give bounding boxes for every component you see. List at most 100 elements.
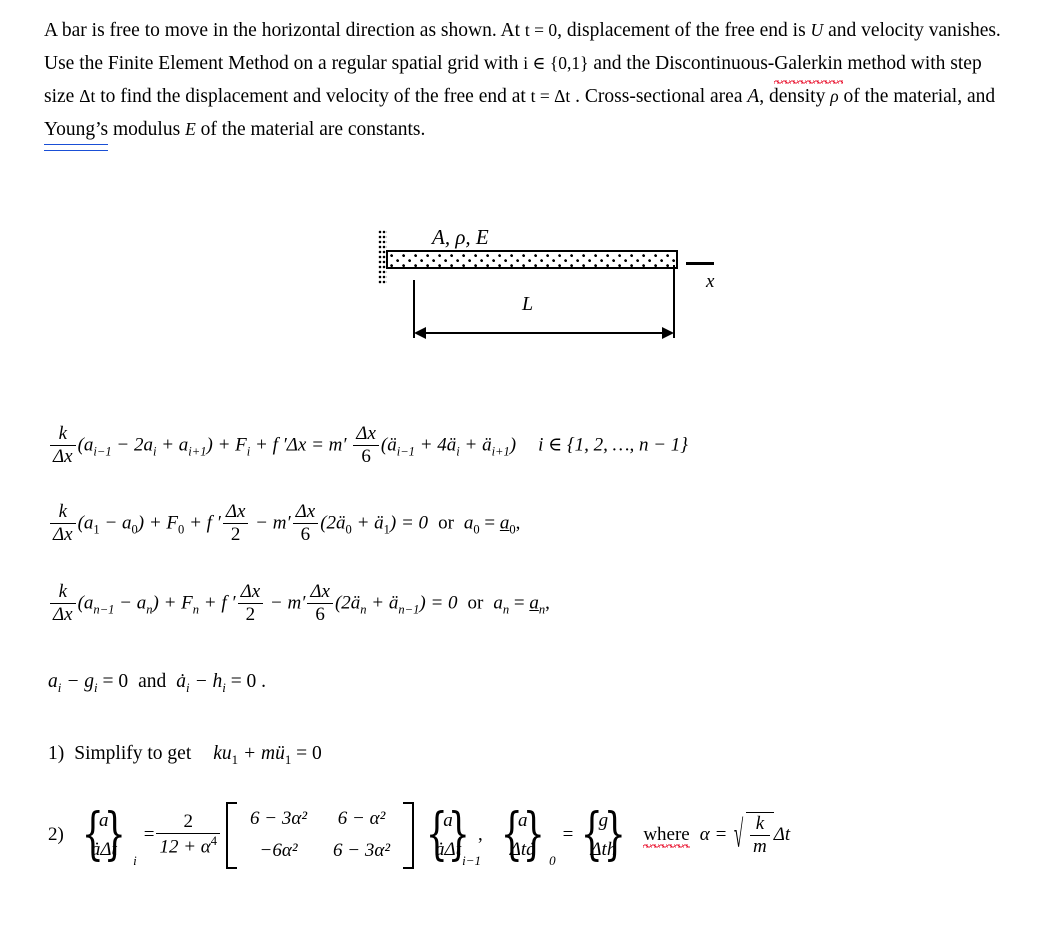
x-axis-line [686, 262, 714, 265]
alpha-definition-lhs: α = [699, 823, 733, 845]
state-vector-i-minus-1: { a ȧΔt } i−1 [425, 802, 481, 868]
statement-text-6: to find the displacement and velocity of… [95, 86, 531, 107]
scalar-denominator: 12 + α4 [156, 834, 220, 858]
step-2-line: 2) { a ȧΔt } i = 2 12 + α4 6 − 3α² 6 − α… [48, 800, 790, 871]
inline-math-A: A [747, 86, 760, 107]
trailing-comma: , [545, 592, 550, 614]
accel-open: (ä [380, 434, 397, 456]
statement-text-11: of the material are constants. [195, 119, 426, 140]
term-plus-a: + a [156, 434, 189, 456]
length-dimension-line [414, 327, 674, 339]
accel-close: ) [509, 434, 517, 456]
fraction-denominator-m: m [753, 835, 767, 857]
k-over-dx-fraction: k Δx [50, 423, 76, 468]
inline-math-E: E [185, 119, 196, 139]
term-minus-mprime: − m′ [250, 512, 291, 534]
jump-equals-zero: = 0 [97, 671, 129, 692]
accel-close-equals-zero: ) = 0 [389, 512, 429, 534]
or-connective: or [438, 512, 454, 534]
fraction-numerator-k: k [50, 501, 76, 524]
term-plus-fprime: + f ′ [184, 512, 221, 534]
dx-over-2-fraction-right: Δx 2 [237, 581, 264, 626]
initial-data-vector: { g Δth } [581, 802, 626, 868]
step-1-eq-tail: = 0 [291, 743, 322, 764]
fraction-numerator-k: k [50, 423, 76, 446]
initial-state-vector: { a Δtȧ } 0 [500, 802, 556, 868]
jump-conditions-equation: ai − gi = 0 and ȧi − hi = 0 . [48, 672, 266, 695]
inline-math-t-equals-delta-t: t = Δt [530, 86, 571, 106]
fraction-denominator-dx: Δx [53, 445, 73, 467]
prescribed-a0-rhs: a [499, 512, 510, 534]
bracket-right-icon [403, 802, 415, 869]
trailing-comma: , [515, 512, 521, 534]
statement-text-2: , displacement of the free end is [557, 20, 811, 41]
accel-plus: + ä [366, 592, 399, 614]
term-plus-fprime-dx-equals-mprime: + f ′Δx = m′ [250, 434, 352, 456]
bar-properties-label: A, ρ, E [432, 225, 489, 249]
vector-im1-subscript: i−1 [462, 852, 481, 868]
dimension-shaft [420, 332, 668, 334]
jump-equals-zero-2: = 0 . [225, 671, 267, 692]
jump-adot: ȧ [176, 671, 186, 692]
step-2-comma: , [477, 823, 483, 845]
fraction-numerator-k: k [50, 581, 76, 604]
accel-sub-ip1: i+1 [491, 444, 510, 459]
free-bar-schematic-figure: A, ρ, E x L [370, 225, 730, 360]
step-2-equals: = [143, 823, 155, 845]
accel-open-2a0: (2ä [320, 512, 346, 534]
term-minus-an: − a [114, 592, 147, 614]
inline-math-t-equals-0: t = 0 [524, 20, 558, 40]
fraction-denominator-6: 6 [315, 603, 325, 625]
or-connective: or [467, 592, 484, 614]
k-over-dx-fraction-right: k Δx [50, 581, 76, 626]
matrix-row: −6α² 6 − 3α² [237, 835, 403, 867]
dx-over-6-fraction: Δx 6 [353, 423, 379, 468]
fraction-numerator-dx: Δx [237, 581, 264, 604]
accel-open-2an: (2ä [334, 592, 361, 614]
term-a1-open: (a [77, 512, 94, 534]
accel-sub-im1: i−1 [396, 444, 415, 459]
fraction-denominator-6: 6 [300, 523, 311, 545]
step-1-eq-ku: ku [213, 743, 232, 764]
term-minus-a0: − a [99, 512, 132, 534]
misspelled-word-galerkin[interactable]: Galerkin [774, 48, 843, 84]
interior-node-equation: k Δx (ai−1 − 2ai + ai+1) + Fi + f ′Δx = … [48, 423, 688, 469]
statement-text-4: and the Discontinuous- [588, 53, 775, 74]
fraction-denominator-6: 6 [361, 445, 371, 467]
accel-plus: + ä [351, 512, 384, 534]
scalar-numerator: 2 [156, 811, 221, 834]
matrix-cell-0-0: 6 − 3α² [250, 808, 308, 829]
inline-math-i-in-set: i ∈ {0,1} [523, 53, 589, 73]
square-root-k-over-m: √ k m [733, 812, 774, 859]
step-2-number: 2) [48, 823, 64, 845]
fraction-denominator-2: 2 [245, 603, 256, 625]
matrix-cell-1-1: 6 − 3α² [333, 840, 391, 862]
jump-a: a [48, 671, 58, 692]
inline-math-U: U [810, 20, 824, 40]
sub-i-plus-1: i+1 [188, 444, 207, 459]
k-over-dx-fraction-left: k Δx [50, 501, 76, 546]
grammar-flagged-word-youngs[interactable]: Young’s [44, 114, 109, 151]
fraction-denominator-2: 2 [230, 523, 241, 545]
fraction-numerator-k: k [750, 813, 770, 836]
fraction-numerator-dx: Δx [222, 501, 249, 524]
fraction-denominator-dx: Δx [53, 603, 73, 625]
accel-plus: + ä [459, 434, 492, 456]
prescribed-an-rhs: a [529, 592, 539, 614]
term-an1-open: (a [77, 592, 94, 614]
fraction-numerator-dx: Δx [292, 501, 319, 524]
accel-sub-n-minus-1: n−1 [398, 602, 420, 617]
step-1-eq-plus-mu: + mü [238, 743, 285, 764]
inline-math-delta-t: Δt [79, 86, 96, 106]
x-axis-label: x [706, 271, 715, 292]
statement-text-7: . Cross-sectional area [570, 86, 748, 107]
misspelled-word-where[interactable]: where [643, 825, 691, 848]
inline-math-rho: ρ [830, 86, 839, 106]
accel-close-equals-zero: ) = 0 [419, 592, 458, 614]
fraction-numerator-dx: Δx [353, 423, 379, 446]
prescribed-a0-lhs: a [463, 512, 474, 534]
k-over-m-fraction: k m [750, 813, 770, 858]
jump-minus-g: − g [61, 671, 94, 692]
scalar-denominator-base: 12 + α [159, 836, 211, 858]
dx-over-6-fraction-right: Δx 6 [307, 581, 333, 626]
